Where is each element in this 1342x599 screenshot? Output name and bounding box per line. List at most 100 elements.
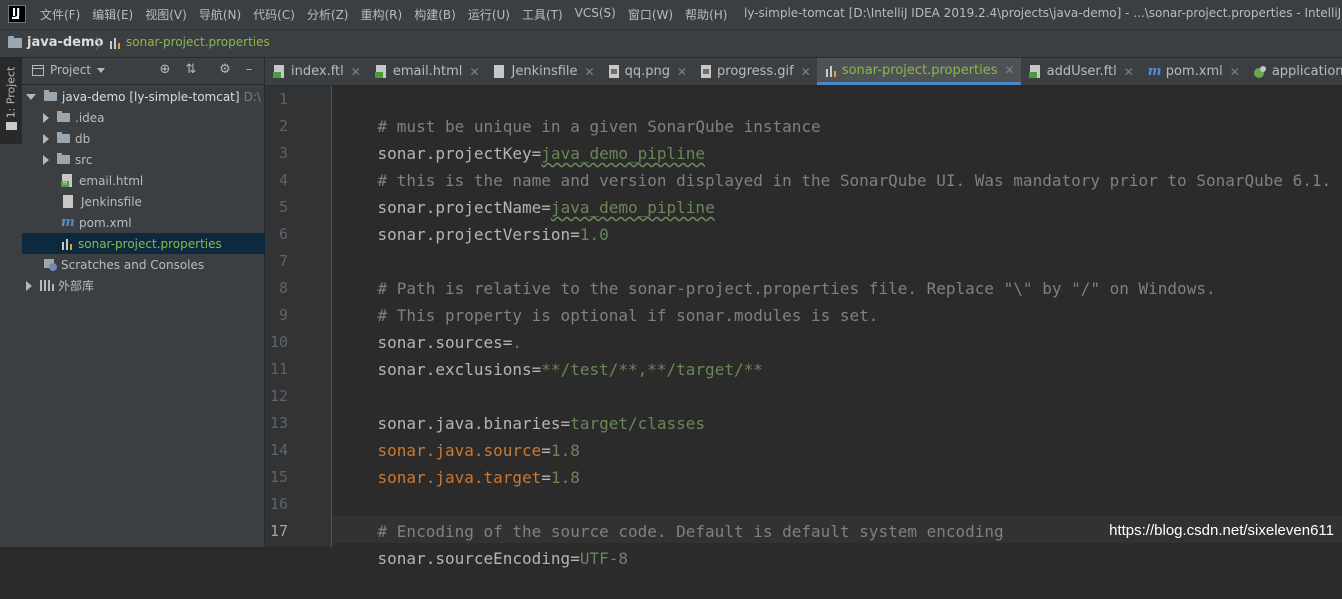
menu-refactor[interactable]: 重构(R) <box>361 6 403 23</box>
code-line-3[interactable]: # this is the name and version displayed… <box>339 140 1332 190</box>
menu-code[interactable]: 代码(C) <box>253 6 295 23</box>
tab-label: application.yml <box>1271 64 1342 79</box>
folder-icon <box>8 35 22 48</box>
html-file-icon: H <box>61 174 73 187</box>
menu-view[interactable]: 视图(V) <box>145 6 187 23</box>
menu-run[interactable]: 运行(U) <box>468 6 510 23</box>
expand-arrow-icon[interactable] <box>26 93 36 100</box>
tab-label: email.html <box>392 64 463 79</box>
menu-analyze[interactable]: 分析(Z) <box>307 6 349 23</box>
project-tool-window-label: 1: Project <box>4 66 18 119</box>
line-number-gutter: 1 2 3 4 5 6 7 8 9 10 11 12 13 14 15 16 1… <box>265 86 332 547</box>
line-number: 12 <box>269 387 288 405</box>
tree-item-label: Jenkinsfile <box>81 194 142 209</box>
tree-item-root[interactable]: java-demo [ly-simple-tomcat] D:\ <box>22 86 268 107</box>
project-tool-window-button[interactable]: 1: Project <box>0 58 22 144</box>
folder-icon <box>57 111 70 122</box>
tab-email-html[interactable]: email.html ✕ <box>367 58 486 85</box>
tab-qq-png[interactable]: qq.png ✕ <box>601 58 693 85</box>
close-icon[interactable]: ✕ <box>677 65 687 79</box>
properties-file-icon <box>109 36 121 49</box>
line-number: 11 <box>269 360 288 378</box>
tab-index-ftl[interactable]: index.ftl ✕ <box>265 58 367 85</box>
close-icon[interactable]: ✕ <box>585 65 595 79</box>
tab-label: addUser.ftl <box>1046 64 1117 79</box>
collapse-arrow-icon[interactable] <box>43 112 49 123</box>
collapse-arrow-icon[interactable] <box>26 280 32 291</box>
menu-edit[interactable]: 编辑(E) <box>92 6 133 23</box>
code-line-16[interactable]: # Encoding of the source code. Default i… <box>339 491 1004 541</box>
code-line-1[interactable]: # must be unique in a given SonarQube in… <box>339 86 821 136</box>
tree-item-label: db <box>75 131 91 146</box>
html-file-icon <box>374 65 387 78</box>
line-number: 4 <box>278 171 288 189</box>
line-number: 9 <box>278 306 288 324</box>
tab-adduser-ftl[interactable]: addUser.ftl ✕ <box>1021 58 1140 85</box>
menu-navigate[interactable]: 导航(N) <box>199 6 241 23</box>
collapse-all-icon[interactable]: ⇅ <box>184 63 198 77</box>
line-number: 7 <box>278 252 288 270</box>
code-line-5[interactable]: sonar.projectVersion=1.0 <box>339 194 609 244</box>
code-line-4[interactable]: sonar.projectName=java_demo_pipline <box>339 167 715 217</box>
menu-window[interactable]: 窗口(W) <box>628 6 673 23</box>
code-line-14[interactable]: sonar.java.target=1.8 <box>339 437 580 487</box>
locate-file-icon[interactable]: ⊕ <box>158 63 172 77</box>
close-icon[interactable]: ✕ <box>351 65 361 79</box>
code-line-8[interactable]: # This property is optional if sonar.mod… <box>339 275 879 325</box>
menu-build[interactable]: 构建(B) <box>414 6 456 23</box>
menu-vcs[interactable]: VCS(S) <box>575 6 616 23</box>
breadcrumb-file[interactable]: sonar-project.properties <box>109 35 270 49</box>
close-icon[interactable]: ✕ <box>469 65 479 79</box>
tab-jenkinsfile[interactable]: Jenkinsfile ✕ <box>486 58 601 85</box>
code-line-17[interactable]: sonar.sourceEncoding=UTF-8 <box>339 518 628 568</box>
menu-bar: IJ 文件(F) 编辑(E) 视图(V) 导航(N) 代码(C) 分析(Z) 重… <box>0 0 1342 30</box>
close-icon[interactable]: ✕ <box>1005 63 1015 77</box>
project-panel-title: Project <box>50 63 92 77</box>
code-line-12[interactable]: sonar.java.binaries=target/classes <box>339 383 706 433</box>
project-panel: Project ⊕ ⇅ ⚙ – java-demo [ly-simple-tom… <box>22 58 303 547</box>
project-view-selector[interactable]: Project <box>32 63 106 77</box>
menu-file[interactable]: 文件(F) <box>40 6 80 23</box>
line-number: 1 <box>278 90 288 108</box>
equals-sign: = <box>531 360 542 379</box>
watermark: https://blog.csdn.net/sixeleven611 <box>1109 522 1334 539</box>
code-editor[interactable]: # must be unique in a given SonarQube in… <box>332 86 1342 568</box>
tab-progress-gif[interactable]: progress.gif ✕ <box>693 58 817 85</box>
tree-item-db[interactable]: db <box>22 128 285 149</box>
tree-item-idea[interactable]: .idea <box>22 107 285 128</box>
minimize-icon[interactable]: – <box>242 63 256 77</box>
breadcrumb-project-label: java-demo <box>27 35 104 50</box>
yaml-file-icon <box>1253 65 1267 78</box>
line-number: 15 <box>269 468 288 486</box>
code-line-7[interactable]: # Path is relative to the sonar-project.… <box>339 248 1216 298</box>
text-file-icon <box>493 65 504 78</box>
line-number: 2 <box>278 117 288 135</box>
project-view-icon <box>32 64 44 76</box>
close-icon[interactable]: ✕ <box>1124 65 1134 79</box>
tree-item-src[interactable]: src <box>22 149 285 170</box>
tab-sonar-properties[interactable]: sonar-project.properties ✕ <box>816 58 1021 85</box>
tree-item-label: 外部库 <box>58 279 95 293</box>
breadcrumb-project[interactable]: java-demo <box>8 35 103 50</box>
code-line-2[interactable]: sonar.projectKey=java_demo_pipline <box>339 113 706 163</box>
tab-application-yml[interactable]: application.yml ✕ <box>1246 58 1342 85</box>
menu-tools[interactable]: 工具(T) <box>522 6 563 23</box>
close-icon[interactable]: ✕ <box>801 65 811 79</box>
editor-tabs: index.ftl ✕ email.html ✕ Jenkinsfile ✕ q… <box>265 58 1342 86</box>
gear-icon[interactable]: ⚙ <box>218 63 232 77</box>
collapse-arrow-icon[interactable] <box>43 133 49 144</box>
tab-pom-xml[interactable]: m pom.xml ✕ <box>1140 58 1246 85</box>
code-line-10[interactable]: sonar.exclusions=**/test/**,**/target/** <box>339 329 763 379</box>
project-panel-header: Project ⊕ ⇅ ⚙ – <box>22 58 264 85</box>
code-line-9[interactable]: sonar.sources=. <box>339 302 523 352</box>
code-line-13[interactable]: sonar.java.source=1.8 <box>339 410 580 460</box>
tree-item-scratches[interactable]: Scratches and Consoles <box>22 254 286 275</box>
collapse-arrow-icon[interactable] <box>43 154 49 165</box>
tree-item-label: src <box>75 152 93 167</box>
close-icon[interactable]: ✕ <box>1230 65 1240 79</box>
line-number: 6 <box>278 225 288 243</box>
image-file-icon <box>608 65 619 78</box>
tree-item-external-libraries[interactable]: 外部库 <box>22 275 268 296</box>
menu-help[interactable]: 帮助(H) <box>685 6 727 23</box>
property-key: sonar.java.target <box>377 468 542 487</box>
